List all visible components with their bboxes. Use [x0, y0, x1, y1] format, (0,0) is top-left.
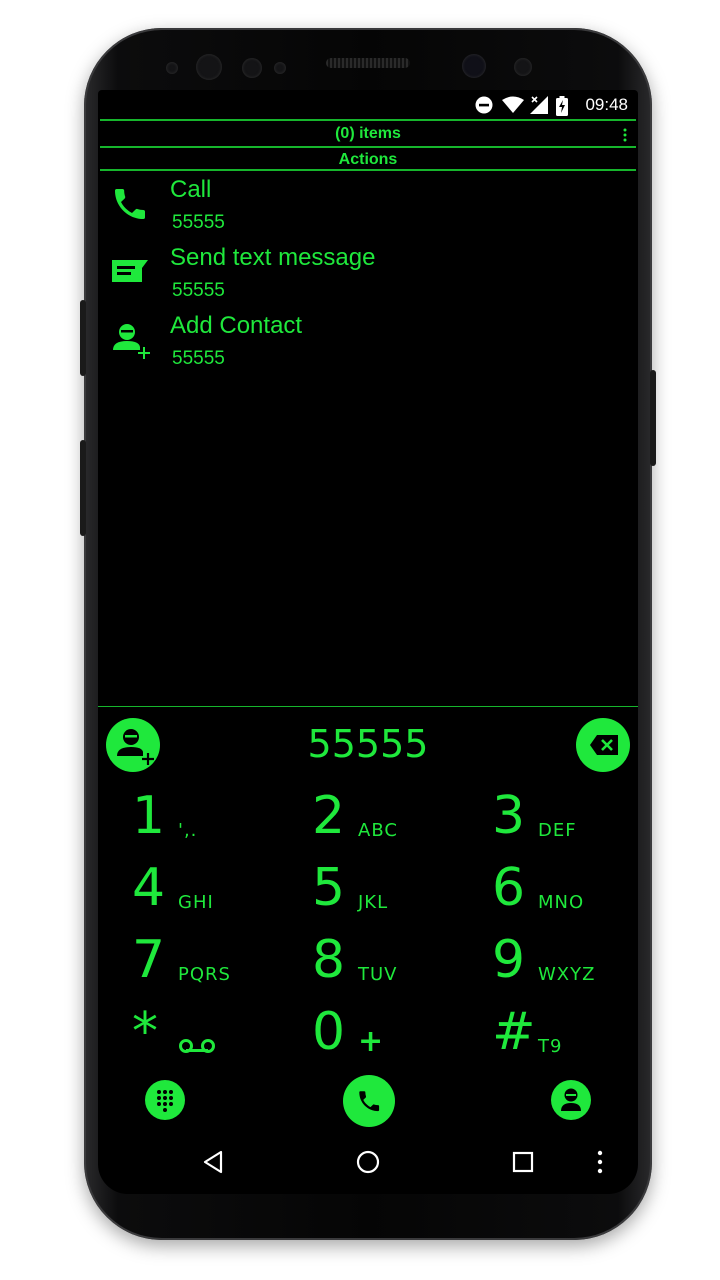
key-digit: 5 [312, 858, 346, 918]
call-button[interactable] [343, 1075, 395, 1127]
sensor-dot [166, 62, 178, 74]
key-6[interactable]: 6 MNO [492, 858, 638, 926]
screen: 09:48 (0) items Actions Call 55555 Send … [98, 90, 638, 1194]
action-call[interactable]: Call 55555 [98, 176, 638, 244]
key-letters: MNO [538, 892, 585, 913]
key-letters: ABC [358, 820, 398, 841]
key-digit: 7 [132, 930, 166, 990]
action-add-contact[interactable]: Add Contact 55555 [98, 312, 638, 380]
key-7[interactable]: 7 PQRS [132, 930, 302, 998]
do-not-disturb-icon [475, 96, 493, 114]
sensor-dot [514, 58, 532, 76]
voicemail-icon [179, 1039, 215, 1053]
backspace-button[interactable] [576, 718, 630, 772]
key-digit: # [492, 1002, 536, 1062]
key-digit: 3 [492, 786, 526, 846]
key-letters: ',. [178, 820, 198, 841]
back-icon[interactable] [202, 1150, 224, 1174]
sensor-dot [274, 62, 286, 74]
add-contact-icon [117, 729, 154, 765]
dial-input-value: 55555 [307, 722, 429, 766]
key-star[interactable]: * [132, 1002, 302, 1070]
volume-button [80, 300, 86, 376]
more-options-icon[interactable] [596, 1150, 604, 1174]
divider [100, 146, 636, 148]
phone-icon [115, 189, 145, 219]
status-time: 09:48 [585, 95, 628, 114]
sensor-dot [242, 58, 262, 78]
action-number: 55555 [172, 212, 225, 233]
dialpad-toggle-button[interactable] [145, 1080, 185, 1120]
add-contact-button[interactable] [106, 718, 160, 772]
power-button [650, 370, 656, 466]
key-letters: T9 [538, 1036, 563, 1057]
key-digit: 1 [132, 786, 166, 846]
action-number: 55555 [172, 348, 225, 369]
key-digit: 9 [492, 930, 526, 990]
key-3[interactable]: 3 DEF [492, 786, 638, 854]
dial-input[interactable]: 55555 [198, 722, 538, 770]
add-contact-icon [113, 324, 150, 359]
phone-icon [359, 1091, 380, 1112]
items-count-label: (0) items [335, 125, 401, 142]
key-letters: DEF [538, 820, 577, 841]
action-number: 55555 [172, 280, 225, 301]
dialpad-divider [98, 706, 638, 707]
status-bar: 09:48 [98, 90, 638, 120]
battery-charging-icon [556, 96, 568, 116]
actions-section-label: Actions [338, 151, 398, 168]
action-send-text[interactable]: Send text message 55555 [98, 244, 638, 312]
key-digit: 2 [312, 786, 346, 846]
bixby-button [80, 440, 86, 536]
key-letters: WXYZ [538, 964, 596, 985]
key-digit: 0 [312, 1002, 346, 1062]
key-5[interactable]: 5 JKL [312, 858, 482, 926]
key-4[interactable]: 4 GHI [132, 858, 302, 926]
key-letters: PQRS [178, 964, 231, 985]
recents-icon[interactable] [512, 1151, 534, 1173]
contact-icon [561, 1088, 581, 1111]
key-letters: JKL [358, 892, 389, 913]
key-letters: GHI [178, 892, 214, 913]
key-8[interactable]: 8 TUV [312, 930, 482, 998]
action-title: Add Contact [170, 312, 303, 339]
divider [100, 169, 636, 171]
key-0[interactable]: 0 + [312, 1002, 482, 1070]
overflow-menu-icon[interactable] [622, 128, 628, 142]
home-icon[interactable] [356, 1150, 380, 1174]
earpiece-speaker [326, 58, 410, 68]
navigation-bar [98, 1132, 638, 1194]
cellular-signal-icon [530, 96, 548, 114]
iris-sensor [196, 54, 222, 80]
dialpad-icon [157, 1090, 173, 1112]
front-camera [462, 54, 486, 78]
backspace-icon [590, 735, 618, 755]
key-digit: 4 [132, 858, 166, 918]
action-title: Send text message [170, 244, 376, 271]
key-hash[interactable]: # T9 [492, 1002, 638, 1070]
key-2[interactable]: 2 ABC [312, 786, 482, 854]
wifi-icon [502, 96, 524, 113]
key-digit: * [132, 1002, 158, 1062]
message-icon [112, 260, 148, 282]
contacts-button[interactable] [551, 1080, 591, 1120]
key-9[interactable]: 9 WXYZ [492, 930, 638, 998]
divider [100, 119, 636, 121]
key-digit: 8 [312, 930, 346, 990]
key-digit: 6 [492, 858, 526, 918]
action-title: Call [170, 176, 212, 203]
items-count-bar[interactable]: (0) items [100, 125, 636, 147]
key-letters: + [358, 1024, 385, 1059]
key-letters: TUV [358, 964, 398, 985]
key-1[interactable]: 1 ',. [132, 786, 302, 854]
